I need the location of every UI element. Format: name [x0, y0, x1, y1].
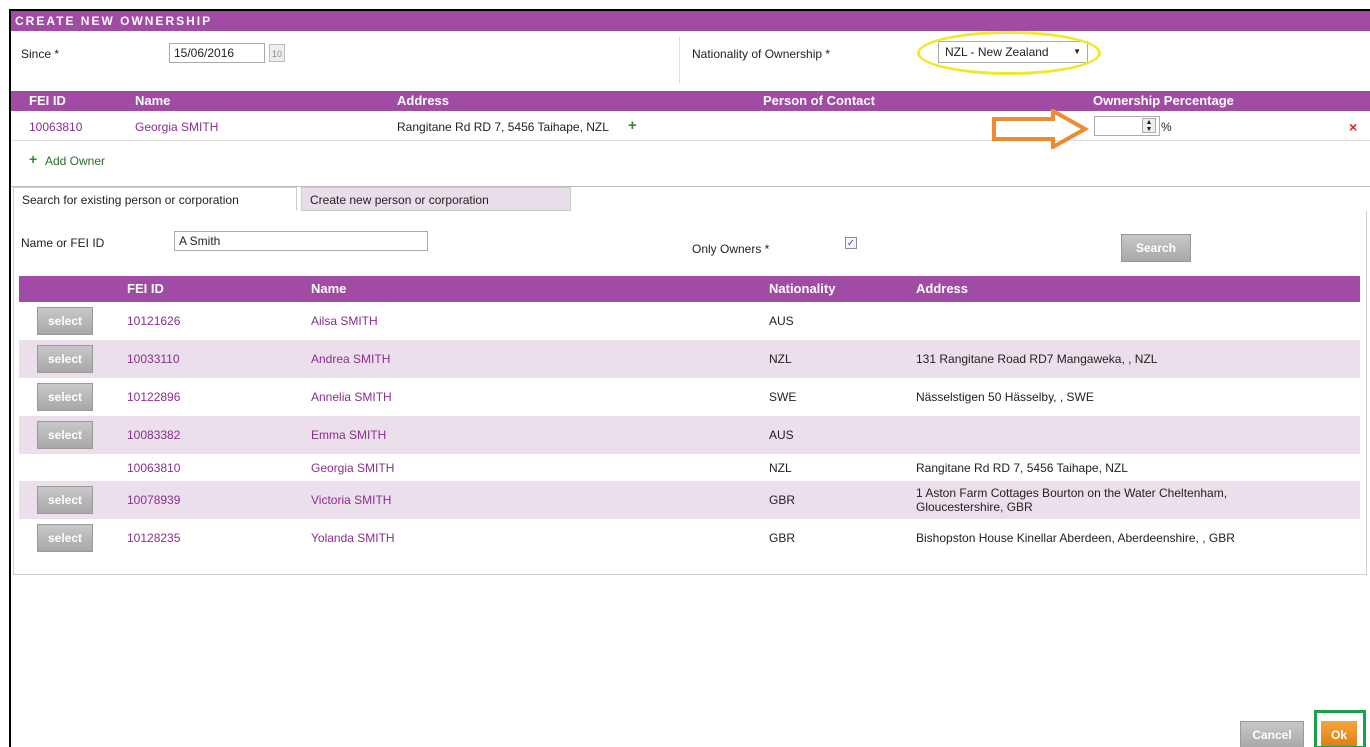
result-fei-id[interactable]: 10078939	[127, 493, 180, 507]
col-address: Address	[397, 93, 450, 108]
results-row: select 10128235 Yolanda SMITH GBR Bishopston…	[19, 519, 1360, 557]
result-address: 131 Rangitane Road RD7 Mangaweka, , NZL	[916, 352, 1158, 366]
select-button[interactable]: select	[37, 307, 93, 335]
result-fei-id[interactable]: 10033110	[127, 352, 180, 366]
select-button[interactable]: select	[37, 524, 93, 552]
select-button[interactable]: select	[37, 486, 93, 514]
since-date-input[interactable]	[169, 43, 265, 63]
result-nationality: NZL	[769, 461, 792, 475]
col-fei-id: FEI ID	[29, 93, 66, 108]
nationality-label: Nationality of Ownership *	[692, 47, 831, 61]
result-nationality: SWE	[769, 390, 797, 404]
results-col-address: Address	[916, 281, 969, 296]
result-name[interactable]: Emma SMITH	[311, 428, 386, 442]
col-person-of-contact: Person of Contact	[763, 93, 875, 108]
results-row: select 10122896 Annelia SMITH SWE Nässelstig…	[19, 378, 1360, 416]
since-label: Since *	[21, 47, 60, 61]
cancel-button[interactable]: Cancel	[1240, 721, 1304, 747]
result-name[interactable]: Annelia SMITH	[311, 390, 392, 404]
results-col-name: Name	[311, 281, 347, 296]
results-row: select 10033110 Andrea SMITH NZL 131 Rangita…	[19, 340, 1360, 378]
ok-highlight-box	[1314, 710, 1366, 747]
create-ownership-dialog: CREATE NEW OWNERSHIP Since * 10 National…	[9, 9, 1370, 747]
ownership-row: 10063810 Georgia SMITH Rangitane Rd RD 7…	[11, 109, 1370, 149]
calendar-icon[interactable]: 10	[269, 44, 285, 62]
result-address: 1 Aston Farm Cottages Bourton on the Wat…	[916, 486, 1228, 514]
add-contact-icon[interactable]: +	[628, 117, 637, 134]
ownership-table-header: FEI ID Name Address Person of Contact Ow…	[11, 91, 1370, 111]
owner-name[interactable]: Georgia SMITH	[135, 120, 218, 134]
result-fei-id[interactable]: 10121626	[127, 314, 180, 328]
result-address: Nässelstigen 50 Hässelby, , SWE	[916, 390, 1094, 404]
tab-create-new[interactable]: Create new person or corporation	[301, 187, 571, 211]
result-fei-id[interactable]: 10063810	[127, 461, 180, 475]
percentage-spinner[interactable]: ▲ ▼	[1142, 118, 1156, 133]
result-nationality: GBR	[769, 493, 796, 507]
results-table-header: FEI ID Name Nationality Address	[19, 276, 1360, 302]
result-address: Rangitane Rd RD 7, 5456 Taihape, NZL	[916, 461, 1128, 475]
only-owners-checkbox[interactable]: ✓	[845, 237, 857, 249]
col-ownership-percentage: Ownership Percentage	[1093, 93, 1234, 108]
result-name[interactable]: Andrea SMITH	[311, 352, 390, 366]
results-col-nationality: Nationality	[769, 281, 836, 296]
result-name[interactable]: Victoria SMITH	[311, 493, 391, 507]
results-row: 10063810 Georgia SMITH NZL Rangitane Rd RD …	[19, 454, 1360, 481]
add-owner-icon[interactable]: +	[29, 151, 37, 167]
result-name[interactable]: Ailsa SMITH	[311, 314, 378, 328]
result-fei-id[interactable]: 10083382	[127, 428, 180, 442]
dialog-title: CREATE NEW OWNERSHIP	[11, 11, 1370, 31]
col-name: Name	[135, 93, 171, 108]
select-button[interactable]: select	[37, 421, 93, 449]
highlight-ellipse	[917, 31, 1101, 75]
result-nationality: AUS	[769, 428, 794, 442]
results-row: select 10083382 Emma SMITH AUS	[19, 416, 1360, 454]
form-separator	[679, 37, 680, 83]
owner-address: Rangitane Rd RD 7, 5456 Taihape, NZL	[397, 120, 609, 134]
tab-search-existing[interactable]: Search for existing person or corporatio…	[13, 187, 297, 211]
percent-symbol: %	[1161, 120, 1172, 134]
results-row: select 10121626 Ailsa SMITH AUS	[19, 302, 1360, 340]
select-button[interactable]: select	[37, 345, 93, 373]
add-owner-link[interactable]: Add Owner	[45, 154, 105, 168]
search-button[interactable]: Search	[1121, 234, 1191, 262]
result-nationality: GBR	[769, 531, 796, 545]
results-row: select 10078939 Victoria SMITH GBR 1 Aston F…	[19, 481, 1360, 519]
owner-fei-id[interactable]: 10063810	[29, 120, 82, 134]
result-nationality: NZL	[769, 352, 792, 366]
result-fei-id[interactable]: 10122896	[127, 390, 180, 404]
name-or-fei-input[interactable]	[174, 231, 428, 251]
name-or-fei-label: Name or FEI ID	[21, 236, 105, 250]
only-owners-label: Only Owners *	[692, 242, 770, 256]
result-name[interactable]: Georgia SMITH	[311, 461, 394, 475]
orange-arrow-icon	[992, 109, 1090, 149]
result-fei-id[interactable]: 10128235	[127, 531, 180, 545]
remove-owner-icon[interactable]: ×	[1349, 119, 1357, 135]
result-name[interactable]: Yolanda SMITH	[311, 531, 395, 545]
select-button[interactable]: select	[37, 383, 93, 411]
results-col-fei-id: FEI ID	[127, 281, 164, 296]
result-address: Bishopston House Kinellar Aberdeen, Aber…	[916, 531, 1235, 545]
result-nationality: AUS	[769, 314, 794, 328]
